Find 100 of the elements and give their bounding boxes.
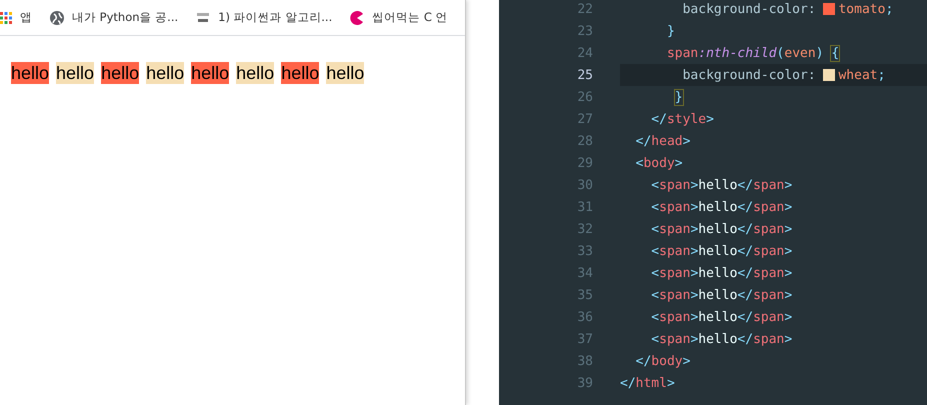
code-token: span [659,310,690,324]
code-token: < [651,244,660,258]
line-number: 25 [576,68,593,82]
code-token: > [666,376,675,390]
code-token: > [690,222,698,236]
line-number: 31 [576,200,593,214]
code-token: span [753,288,784,302]
code-token: style [666,112,706,126]
code-token: ( [776,46,784,60]
hello-text: hello [191,62,230,84]
code-token: } [666,24,675,38]
code-token: head [651,134,683,148]
code-token: </ [737,200,754,214]
line-number: 36 [576,310,593,324]
code-token: > [690,244,698,258]
code-token: > [682,134,690,148]
code-token: :nth-child [698,46,777,60]
code-token: < [651,200,660,214]
code-token: < [651,332,660,346]
hello-text: hello [11,62,50,84]
hello-text: hello [146,62,184,84]
line-number: 30 [576,178,593,192]
code-token: > [690,178,698,192]
code-token: < [636,156,644,170]
line-number: 28 [576,134,593,148]
code-token: > [706,112,714,126]
code-token: ) [816,46,824,60]
hello-text: hello [101,62,140,84]
code-token: > [690,288,698,302]
hello-text: hello [56,62,94,84]
bookmark-link[interactable]: 앱 [20,10,32,25]
code-token: > [690,332,698,346]
code-token: > [784,244,792,258]
code-token: > [784,332,792,346]
code-token: > [784,310,792,324]
code-token: < [651,222,660,236]
code-token: < [651,266,660,280]
code-token: span [753,332,784,346]
line-number: 39 [576,376,593,390]
code-token: > [690,266,698,280]
code-token: </ [620,376,636,390]
code-token: < [651,310,660,324]
code-token: > [784,266,792,280]
code-token: > [784,200,792,214]
code-token: </ [737,178,754,192]
bookmark-link[interactable]: 씹어먹는 C 언 [372,10,448,25]
code-token: background-color: [682,2,816,16]
code-token: > [674,156,683,170]
code-token: } [674,90,683,104]
line-number: 33 [576,244,593,258]
bookmark-link[interactable]: 내가 Python을 공... [72,10,178,25]
code-token: span [753,266,784,280]
code-token: hello [698,178,738,192]
code-token: span [659,178,690,192]
code-token: span [666,46,698,60]
code-token: span [659,244,690,258]
code-token: </ [737,244,754,258]
code-token: > [682,354,690,368]
hello-text: hello [281,62,320,84]
line-number: 24 [576,46,593,60]
bookmark-link[interactable]: 1) 파이썬과 알고리... [218,10,332,25]
hello-text: hello [326,62,364,84]
code-token: tomato [838,2,886,16]
code-token: < [651,288,660,302]
code-token: </ [737,288,754,302]
code-token: body [643,156,675,170]
code-token: > [784,178,792,192]
code-token: hello [698,288,738,302]
line-number: 34 [576,266,593,280]
code-token: span [753,222,784,236]
code-token: span [659,222,690,236]
line-number: 29 [576,156,593,170]
line-number: 27 [576,112,593,126]
code-token: </ [636,354,652,368]
code-token: span [753,178,784,192]
code-token: span [659,332,690,346]
code-token: > [784,222,792,236]
code-token: hello [698,200,738,214]
line-number: 35 [576,288,593,302]
line-number: 26 [576,90,593,104]
code-token: > [784,288,792,302]
code-token: background-color: [682,68,816,82]
wiki-logo-icon [196,12,210,24]
code-token: hello [698,266,738,280]
code-token: </ [737,266,754,280]
code-token: </ [737,222,754,236]
code-token: ; [878,68,886,82]
line-number: 37 [576,332,593,346]
code-token: html [636,376,667,390]
code-token: hello [698,310,738,324]
line-number: 22 [576,2,593,16]
code-token: span [753,200,784,214]
code-token: ; [885,2,894,16]
code-token: > [690,200,698,214]
code-token: { [831,46,840,60]
code-token: hello [698,332,738,346]
code-token: span [659,200,690,214]
hello-text: hello [236,62,274,84]
line-number: 38 [576,354,593,368]
code-token: hello [698,222,738,236]
